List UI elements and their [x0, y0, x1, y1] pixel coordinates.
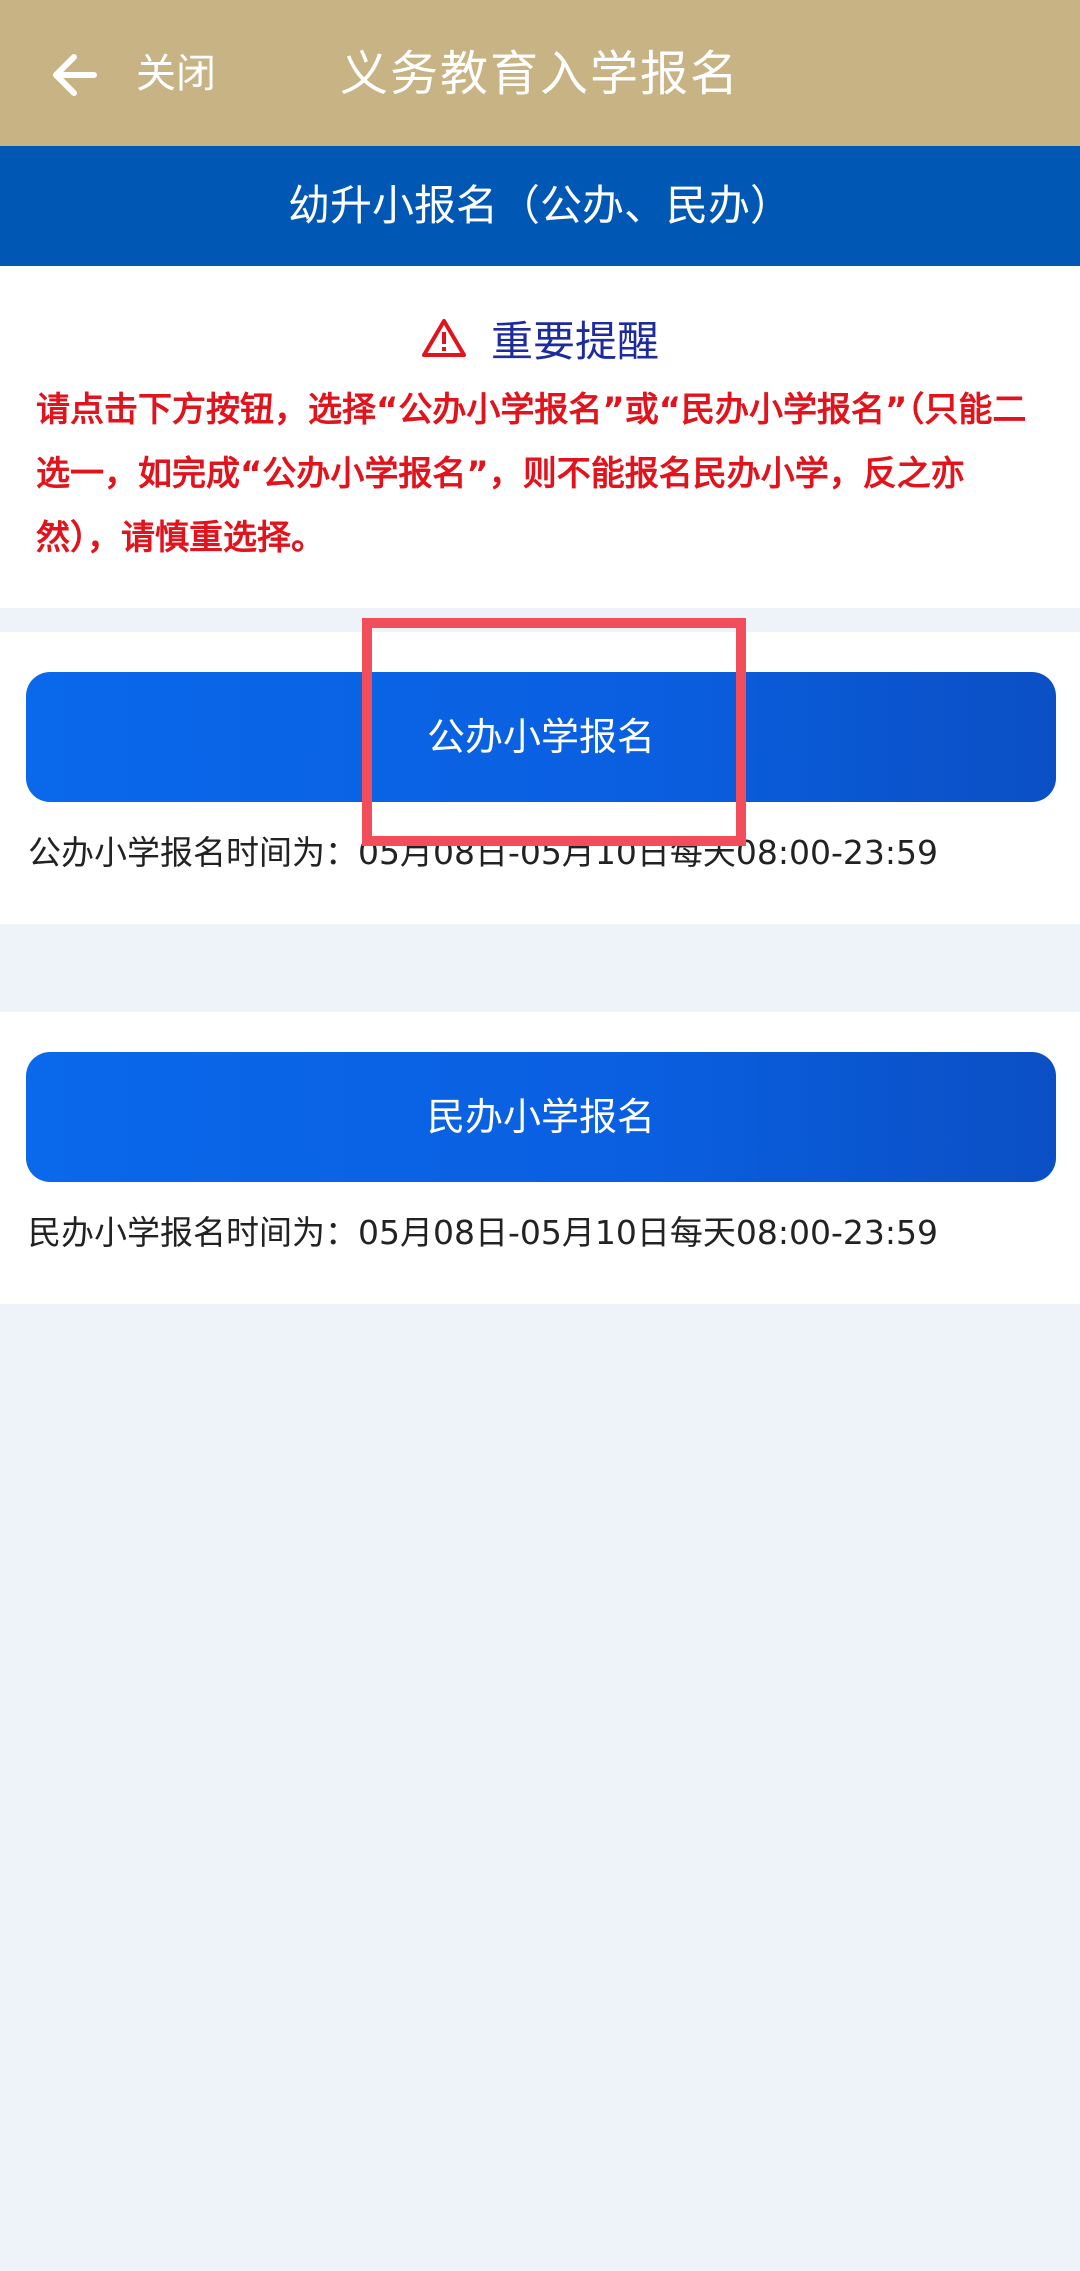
- public-school-signup-button[interactable]: 公办小学报名: [26, 672, 1056, 802]
- notice-card: 重要提醒 请点击下方按钮，选择“公办小学报名”或“民办小学报名”（只能二选一，如…: [0, 266, 1080, 608]
- notice-heading: 重要提醒: [0, 306, 1080, 370]
- notice-title: 重要提醒: [490, 316, 659, 366]
- section-title: 幼升小报名（公办、民办）: [0, 146, 1080, 266]
- private-school-card: 民办小学报名 民办小学报名时间为：05月08日-05月10日每天08:00-23…: [0, 1012, 1080, 1304]
- public-school-card: 公办小学报名 公办小学报名时间为：05月08日-05月10日每天08:00-23…: [0, 632, 1080, 924]
- warning-triangle-icon: [421, 318, 467, 358]
- private-school-signup-time: 民办小学报名时间为：05月08日-05月10日每天08:00-23:59: [28, 1213, 938, 1252]
- private-school-signup-button[interactable]: 民办小学报名: [26, 1052, 1056, 1182]
- notice-text: 请点击下方按钮，选择“公办小学报名”或“民办小学报名”（只能二选一，如完成“公办…: [36, 390, 1027, 558]
- page-title: 义务教育入学报名: [339, 46, 740, 102]
- app-bar: 关闭 义务教育入学报名: [0, 0, 1080, 146]
- public-school-signup-time: 公办小学报名时间为：05月08日-05月10日每天08:00-23:59: [28, 833, 938, 872]
